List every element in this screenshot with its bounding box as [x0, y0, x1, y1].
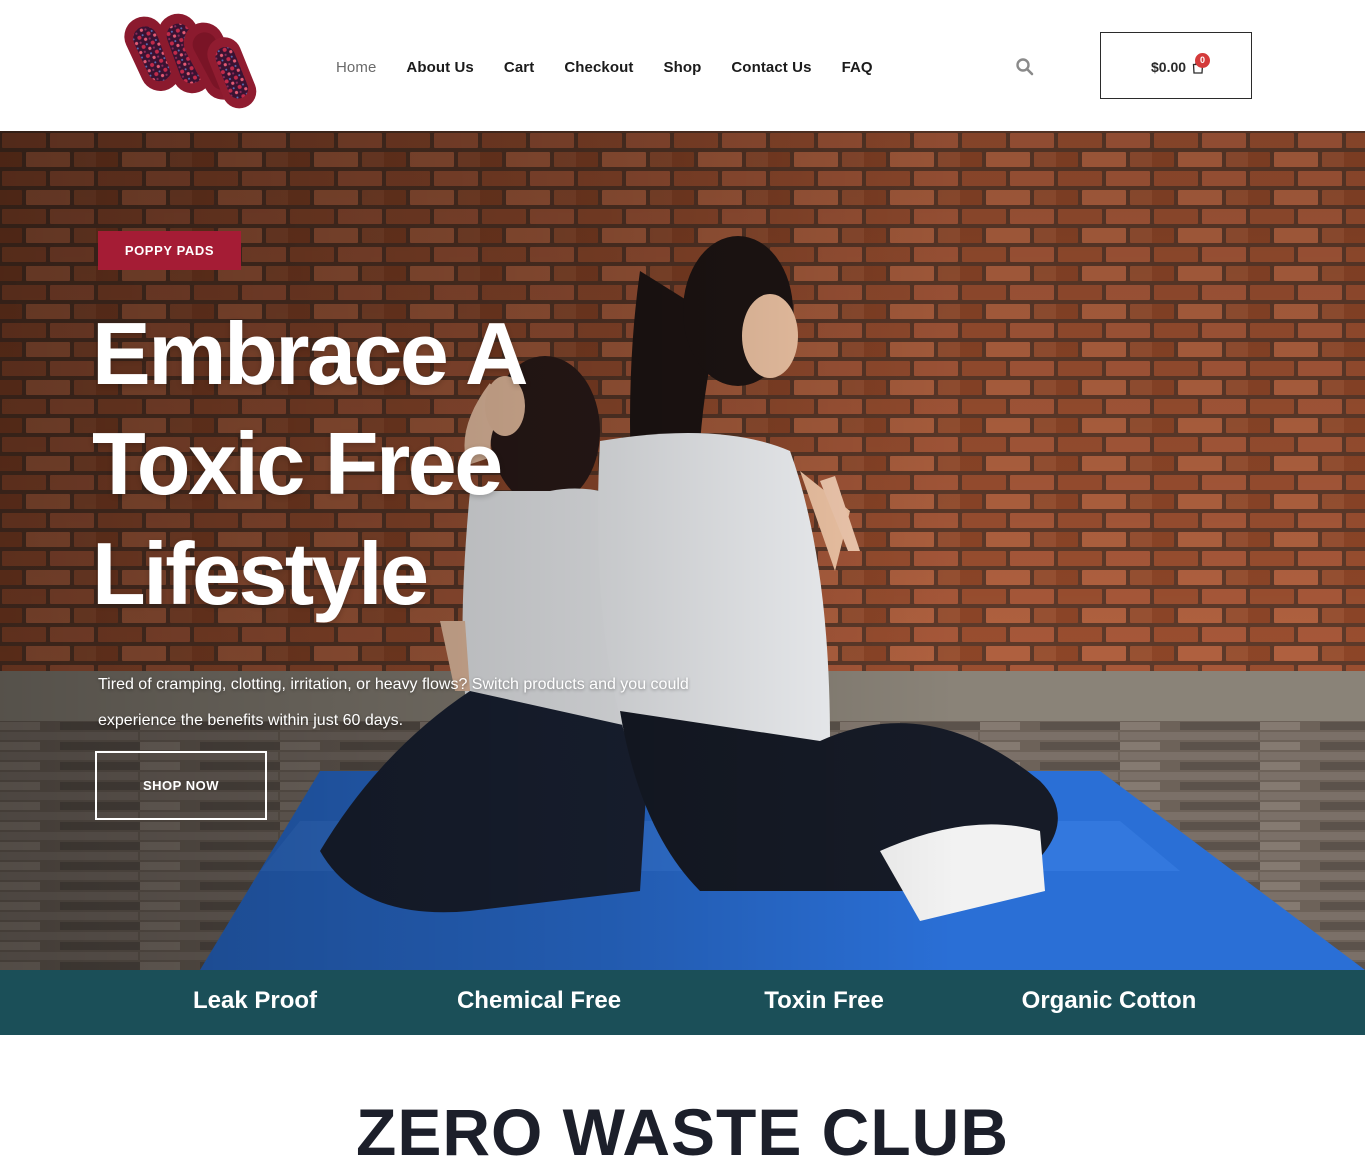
site-header: Home About Us Cart Checkout Shop Contact… — [0, 0, 1365, 131]
nav-cart[interactable]: Cart — [504, 59, 534, 76]
search-icon[interactable] — [1015, 57, 1035, 77]
features-bar: Leak Proof Chemical Free Toxin Free Orga… — [0, 970, 1365, 1035]
feature-chemical-free: Chemical Free — [456, 987, 622, 1014]
hero-title-line-3: Lifestyle — [92, 524, 429, 623]
nav-home[interactable]: Home — [336, 59, 376, 76]
hero-title-line-2: Toxic Free — [92, 414, 503, 513]
cart-total: $0.00 — [1151, 59, 1187, 75]
hero-banner: POPPY PADS Embrace A Toxic Free Lifestyl… — [0, 131, 1365, 970]
feature-leak-proof: Leak Proof — [192, 987, 318, 1014]
feature-toxin-free: Toxin Free — [764, 987, 884, 1014]
hero-title: Embrace A Toxic Free Lifestyle — [92, 299, 712, 629]
section-title: ZERO WASTE CLUB — [356, 1095, 1009, 1169]
brand-badge: POPPY PADS — [98, 231, 241, 270]
logo[interactable] — [122, 6, 260, 114]
main-nav: Home About Us Cart Checkout Shop Contact… — [336, 57, 873, 77]
nav-shop[interactable]: Shop — [663, 59, 701, 76]
cart-count-badge: 0 — [1195, 53, 1210, 68]
cart-button[interactable]: $0.00 0 — [1100, 32, 1252, 99]
nav-contact-us[interactable]: Contact Us — [731, 59, 811, 76]
nav-about-us[interactable]: About Us — [406, 59, 473, 76]
nav-checkout[interactable]: Checkout — [564, 59, 633, 76]
shop-now-button[interactable]: SHOP NOW — [95, 751, 267, 820]
hero-title-line-1: Embrace A — [92, 304, 529, 403]
feature-organic-cotton: Organic Cotton — [1021, 987, 1197, 1014]
hero-subtitle: Tired of cramping, clotting, irritation,… — [98, 676, 689, 729]
nav-faq[interactable]: FAQ — [842, 59, 873, 76]
